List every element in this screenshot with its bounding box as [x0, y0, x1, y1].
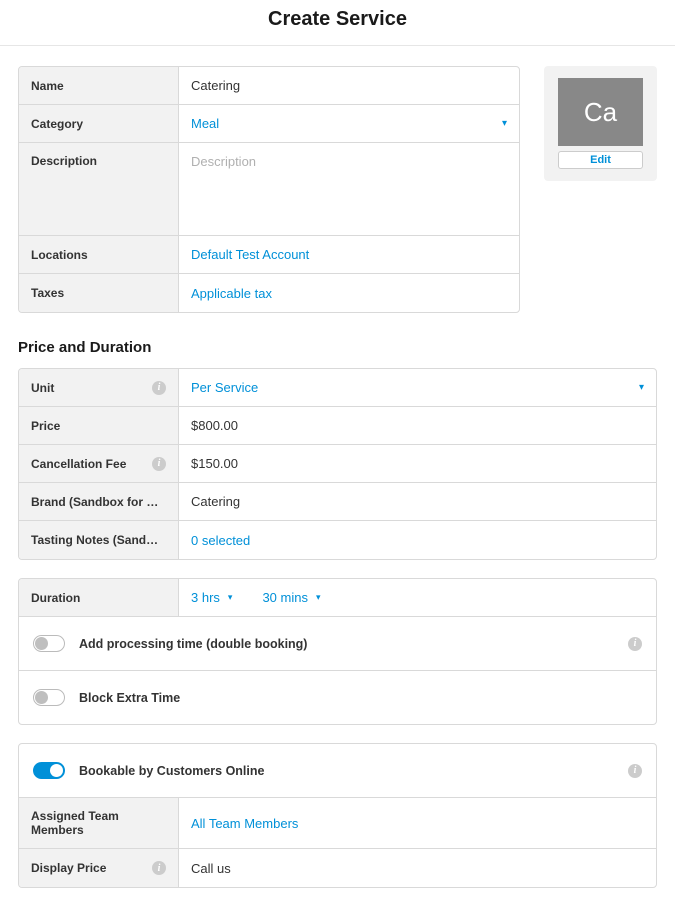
price-label: Price	[19, 407, 179, 444]
edit-thumbnail-button[interactable]: Edit	[558, 151, 643, 169]
bookable-online-label: Bookable by Customers Online	[79, 764, 264, 778]
price-duration-heading: Price and Duration	[18, 339, 657, 356]
booking-box: Bookable by Customers Online i Assigned …	[18, 743, 657, 888]
thumbnail-image: Ca	[558, 78, 643, 146]
block-extra-time-toggle[interactable]	[33, 689, 65, 706]
bookable-online-toggle[interactable]	[33, 762, 65, 779]
duration-value: 3 hrs ▾ 30 mins ▾	[179, 579, 656, 616]
taxes-link[interactable]: Applicable tax	[179, 274, 519, 312]
brand-input[interactable]: Catering	[179, 483, 656, 520]
unit-select[interactable]: Per Service ▾	[179, 369, 656, 406]
basic-info-table: Name Catering Category Meal ▾ Descriptio…	[18, 66, 520, 313]
brand-label: Brand (Sandbox for sq0...	[19, 483, 179, 520]
cancellation-fee-label: Cancellation Fee i	[19, 445, 179, 482]
info-icon[interactable]: i	[152, 457, 166, 471]
taxes-label: Taxes	[19, 274, 179, 312]
display-price-label: Display Price i	[19, 849, 179, 887]
duration-hours-select[interactable]: 3 hrs ▾	[191, 590, 232, 605]
tasting-notes-select[interactable]: 0 selected	[179, 521, 656, 559]
description-input[interactable]: Description	[179, 143, 519, 235]
cancellation-fee-input[interactable]: $150.00	[179, 445, 656, 482]
tasting-notes-label: Tasting Notes (Sandbox...	[19, 521, 179, 559]
assigned-team-label: Assigned Team Members	[19, 798, 179, 848]
duration-label: Duration	[19, 579, 179, 616]
duration-box: Duration 3 hrs ▾ 30 mins ▾ Add processin…	[18, 578, 657, 725]
chevron-down-icon: ▾	[639, 382, 644, 393]
chevron-down-icon: ▾	[316, 592, 321, 603]
display-price-value[interactable]: Call us	[179, 849, 656, 887]
assigned-team-link[interactable]: All Team Members	[179, 798, 656, 848]
page-header: Create Service	[0, 0, 675, 46]
thumbnail-panel: Ca Edit	[544, 66, 657, 181]
name-label: Name	[19, 67, 179, 104]
info-icon[interactable]: i	[628, 637, 642, 651]
chevron-down-icon: ▾	[228, 592, 233, 603]
info-icon[interactable]: i	[152, 381, 166, 395]
info-icon[interactable]: i	[152, 861, 166, 875]
processing-time-label: Add processing time (double booking)	[79, 637, 307, 651]
duration-mins-select[interactable]: 30 mins ▾	[262, 590, 320, 605]
locations-label: Locations	[19, 236, 179, 273]
locations-link[interactable]: Default Test Account	[179, 236, 519, 273]
price-input[interactable]: $800.00	[179, 407, 656, 444]
description-label: Description	[19, 143, 179, 235]
unit-label: Unit i	[19, 369, 179, 406]
block-extra-time-label: Block Extra Time	[79, 691, 180, 705]
chevron-down-icon: ▾	[502, 118, 507, 129]
processing-time-toggle[interactable]	[33, 635, 65, 652]
category-label: Category	[19, 105, 179, 142]
name-input[interactable]: Catering	[179, 67, 519, 104]
page-title: Create Service	[0, 8, 675, 31]
price-table: Unit i Per Service ▾ Price $800.00 Cance…	[18, 368, 657, 560]
info-icon[interactable]: i	[628, 764, 642, 778]
category-select[interactable]: Meal ▾	[179, 105, 519, 142]
